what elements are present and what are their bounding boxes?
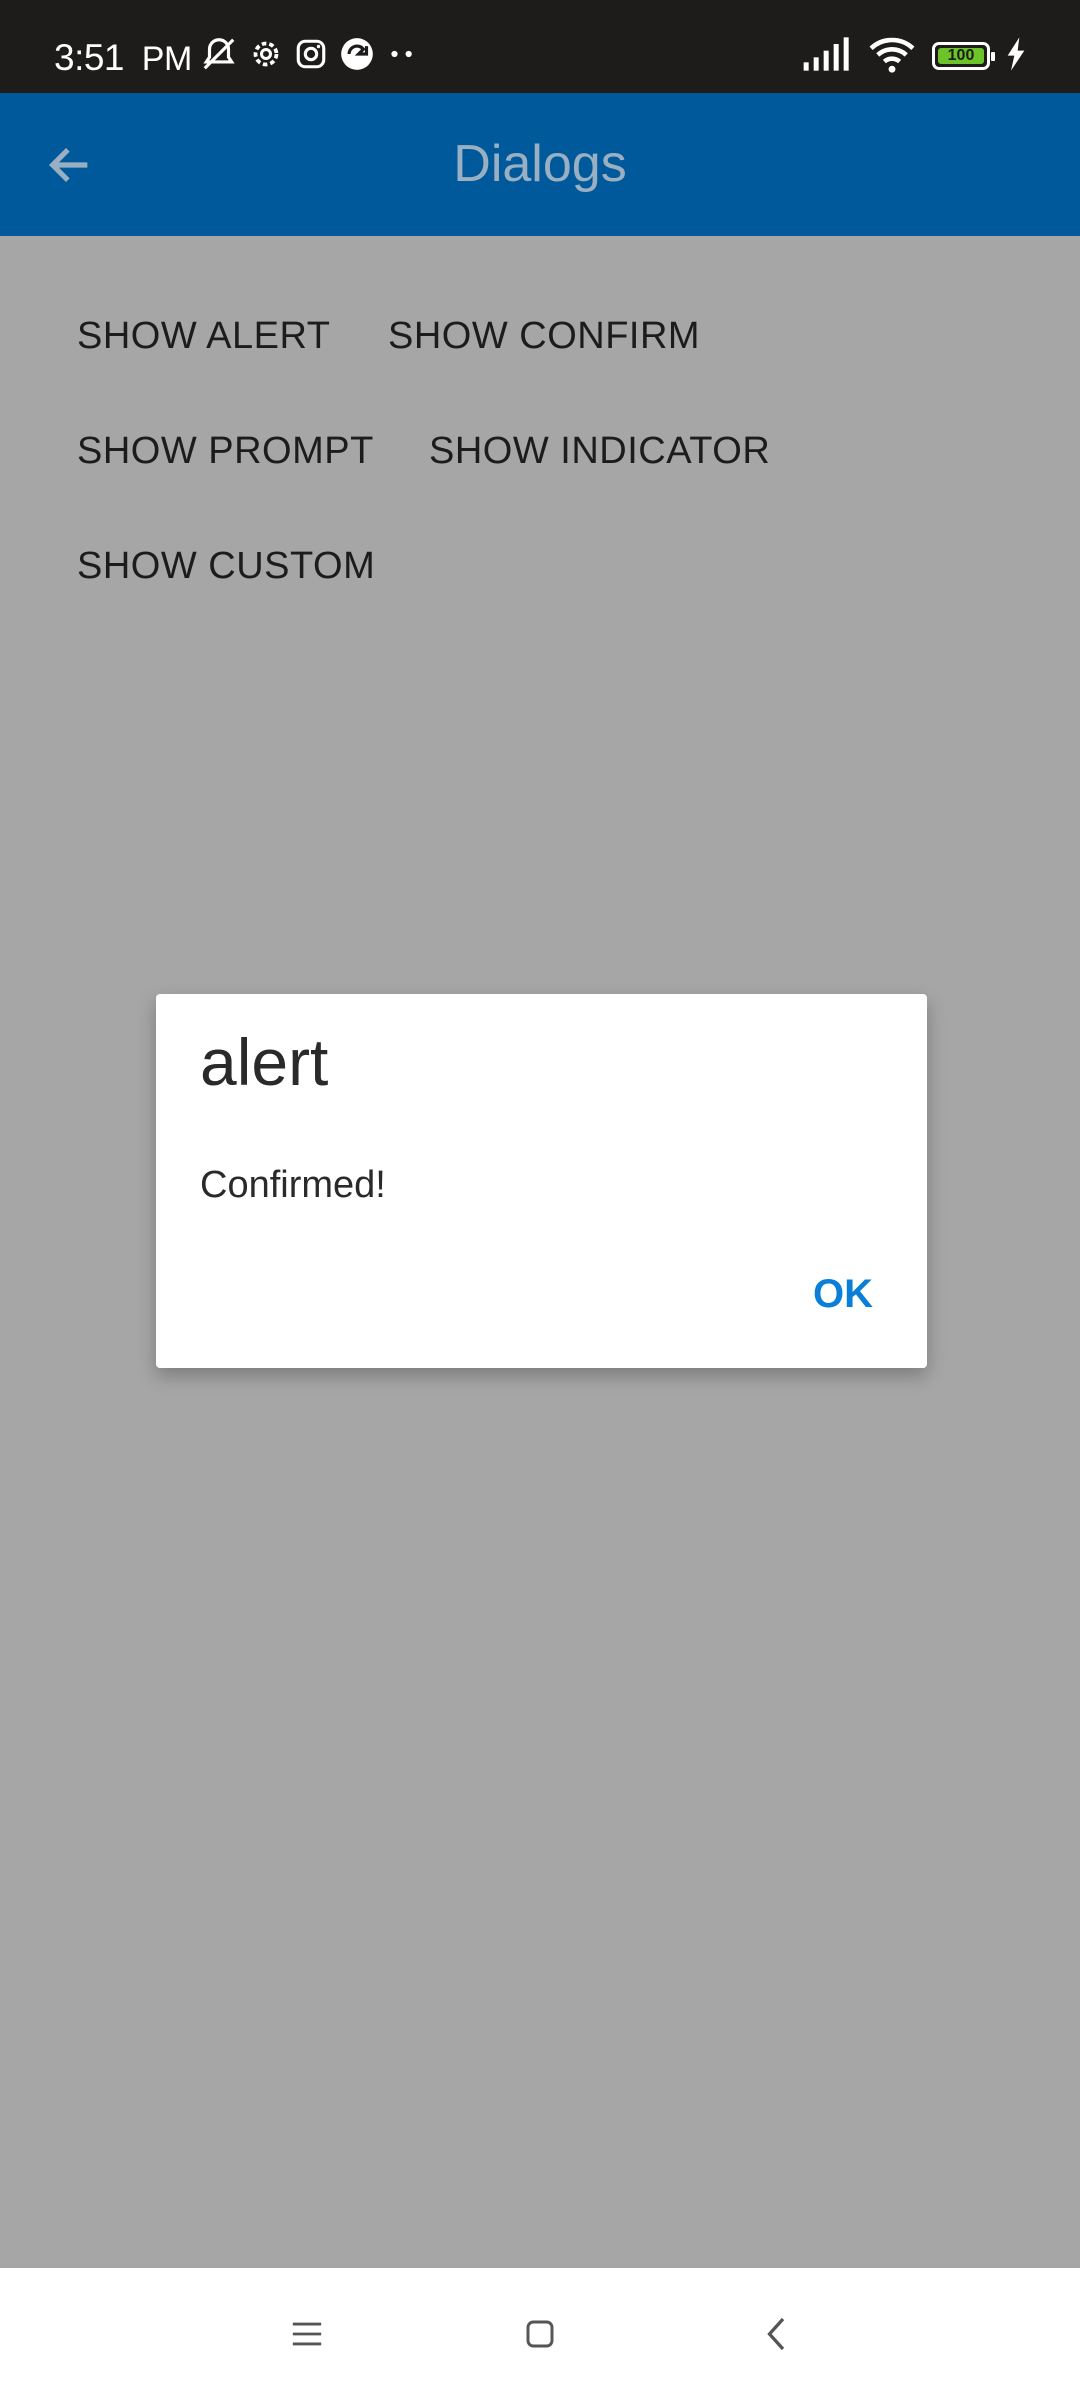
battery-icon: 100 (932, 42, 995, 70)
back-icon (767, 2317, 785, 2351)
menu-icon (292, 2322, 322, 2346)
instagram-icon (294, 37, 328, 76)
status-icons-left (200, 36, 420, 76)
signal-icon (802, 36, 852, 76)
status-time: 3:51 PM (54, 0, 192, 93)
home-icon (526, 2320, 554, 2348)
home-button[interactable] (510, 2304, 570, 2364)
status-icons-right: 100 (802, 36, 1026, 76)
battery-level: 100 (938, 48, 984, 64)
mute-icon (200, 35, 238, 78)
ok-button[interactable]: OK (799, 1262, 887, 1326)
menu-button[interactable] (277, 2304, 337, 2364)
dialog-title: alert (200, 1025, 329, 1099)
system-back-button[interactable] (747, 2304, 807, 2364)
status-time-value: 3:51 (54, 37, 125, 78)
more-dots-icon (386, 44, 420, 69)
settings-icon (248, 36, 284, 77)
app-icon (338, 35, 376, 78)
status-bar: 3:51 PM 100 (0, 0, 1080, 93)
charging-icon (1006, 36, 1026, 76)
alert-dialog: alert Confirmed! OK (156, 994, 927, 1368)
wifi-icon (868, 35, 916, 78)
system-nav-bar (0, 2268, 1080, 2400)
status-am-pm: PM (141, 40, 193, 78)
dialog-message: Confirmed! (200, 1164, 386, 1206)
